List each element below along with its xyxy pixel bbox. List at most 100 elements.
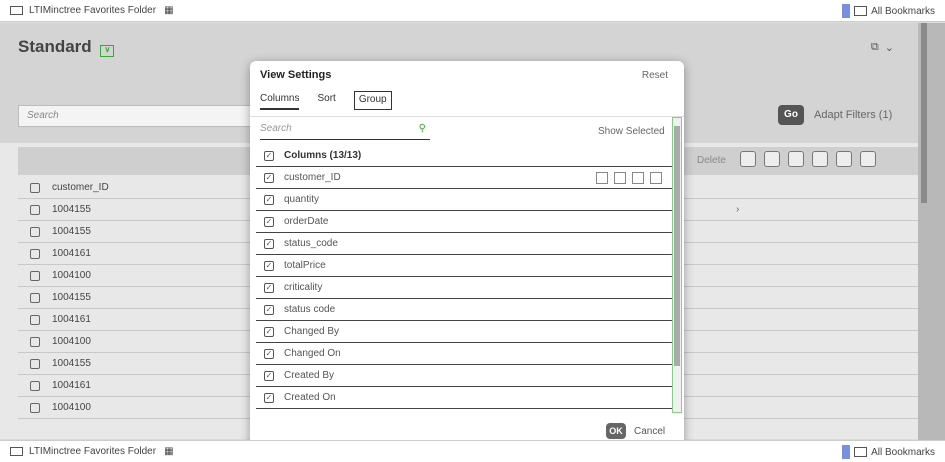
columns-header-item[interactable]: ✓ Columns (13/13) <box>256 145 672 167</box>
move-down-icon[interactable] <box>632 171 644 184</box>
column-header-customer-id[interactable]: customer_ID <box>52 182 109 193</box>
check-icon[interactable]: ✓ <box>264 370 274 381</box>
list-item[interactable]: ✓ status code <box>256 299 672 321</box>
settings-icon[interactable] <box>812 151 828 167</box>
search-input[interactable]: Search <box>18 105 268 127</box>
cell-customer-id: 1004155 <box>52 358 91 369</box>
chevron-down-icon[interactable] <box>860 151 876 167</box>
share-icon[interactable]: ⧉ <box>871 41 879 54</box>
cell-customer-id: 1004100 <box>52 336 91 347</box>
list-item[interactable]: ✓ criticality <box>256 277 672 299</box>
row-checkbox[interactable] <box>30 314 40 325</box>
column-label: Created On <box>284 392 336 403</box>
check-icon[interactable]: ✓ <box>264 216 274 227</box>
check-icon[interactable]: ✓ <box>264 194 274 205</box>
view-settings-dialog: View Settings Reset Columns Sort Group S… <box>250 61 684 449</box>
all-bookmarks[interactable]: All Bookmarks <box>842 445 935 459</box>
check-icon[interactable]: ✓ <box>264 172 274 183</box>
header-actions: ⧉ ⌄ <box>871 41 894 54</box>
check-icon[interactable]: ✓ <box>264 304 274 315</box>
row-checkbox[interactable] <box>30 358 40 369</box>
show-selected-button[interactable]: Show Selected <box>598 126 665 137</box>
bookmark-marker-icon <box>842 4 851 18</box>
list-item[interactable]: ✓ customer_ID <box>256 167 672 189</box>
column-list: ✓ Columns (13/13) ✓ customer_ID ✓ quantity … <box>256 145 672 409</box>
grid-icon[interactable]: ▦ <box>164 5 173 16</box>
move-top-icon[interactable] <box>596 171 608 184</box>
list-item[interactable]: ✓ quantity <box>256 189 672 211</box>
bookmark-marker-icon <box>842 445 851 459</box>
row-checkbox[interactable] <box>30 380 40 391</box>
sort-icon[interactable] <box>764 151 780 167</box>
collapse-icon[interactable]: ⌄ <box>885 41 894 54</box>
cell-customer-id: 1004161 <box>52 380 91 391</box>
row-checkbox[interactable] <box>30 402 40 413</box>
folder-icon <box>10 6 23 15</box>
bookmarks-folder-icon <box>854 6 868 16</box>
check-icon[interactable]: ✓ <box>264 348 274 359</box>
list-item[interactable]: ✓ status_code <box>256 233 672 255</box>
list-item[interactable]: ✓ Created By <box>256 365 672 387</box>
move-bottom-icon[interactable] <box>650 171 662 184</box>
row-checkbox[interactable] <box>30 204 40 215</box>
tab-sort[interactable]: Sort <box>317 93 335 110</box>
page-scrollbar-thumb[interactable] <box>921 23 927 203</box>
bookmarks-folder-icon <box>854 447 868 457</box>
row-checkbox[interactable] <box>30 336 40 347</box>
cell-customer-id: 1004155 <box>52 292 91 303</box>
favorites-folder-link[interactable]: LTIMinctree Favorites Folder <box>29 5 156 16</box>
reset-button[interactable]: Reset <box>642 70 668 81</box>
column-label: status_code <box>284 238 338 249</box>
row-checkbox[interactable] <box>30 226 40 237</box>
list-item[interactable]: ✓ orderDate <box>256 211 672 233</box>
list-item[interactable]: ✓ Changed By <box>256 321 672 343</box>
row-checkbox[interactable] <box>30 292 40 303</box>
list-item[interactable]: ✓ totalPrice <box>256 255 672 277</box>
tab-group[interactable]: Group <box>353 91 392 110</box>
grid-icon[interactable]: ▦ <box>164 446 173 457</box>
dialog-search-input[interactable]: Search ⚲ <box>260 123 430 140</box>
adapt-filters-button[interactable]: Adapt Filters (1) <box>814 109 892 121</box>
column-label: customer_ID <box>284 172 341 183</box>
chevron-down-icon[interactable]: ∨ <box>100 45 115 57</box>
fullscreen-icon[interactable] <box>836 151 852 167</box>
list-item[interactable]: ✓ Created On <box>256 387 672 409</box>
browser-bookmarks-bar-bottom: LTIMinctree Favorites Folder ▦ All Bookm… <box>0 440 945 462</box>
tab-columns[interactable]: Columns <box>260 93 300 110</box>
folder-icon <box>10 447 23 456</box>
chevron-right-icon[interactable]: › <box>736 204 739 215</box>
row-checkbox[interactable] <box>30 248 40 259</box>
move-up-icon[interactable] <box>614 171 626 184</box>
delete-button[interactable]: Delete <box>697 155 726 166</box>
search-icon[interactable]: ⚲ <box>419 123 426 134</box>
select-all-checkbox[interactable] <box>30 182 40 193</box>
check-icon[interactable]: ✓ <box>264 326 274 337</box>
check-icon[interactable]: ✓ <box>264 150 274 161</box>
check-icon[interactable]: ✓ <box>264 392 274 403</box>
all-bookmarks-label: All Bookmarks <box>871 446 935 458</box>
check-icon[interactable]: ✓ <box>264 260 274 271</box>
export-icon[interactable] <box>740 151 756 167</box>
all-bookmarks-label: All Bookmarks <box>871 5 935 17</box>
go-button[interactable]: Go <box>778 105 804 125</box>
app-background: Standard ∨ ⧉ ⌄ Search Go Adapt Filters (… <box>0 23 918 449</box>
scrollbar-thumb[interactable] <box>674 126 680 366</box>
toolbar-icons <box>740 151 876 167</box>
list-item[interactable]: ✓ Changed On <box>256 343 672 365</box>
check-icon[interactable]: ✓ <box>264 282 274 293</box>
favorites-folder-link[interactable]: LTIMinctree Favorites Folder <box>29 446 156 457</box>
divider <box>250 116 684 117</box>
browser-bookmarks-bar: LTIMinctree Favorites Folder ▦ All Bookm… <box>0 0 945 22</box>
cell-customer-id: 1004161 <box>52 314 91 325</box>
column-label: totalPrice <box>284 260 326 271</box>
cell-customer-id: 1004100 <box>52 270 91 281</box>
dialog-scrollbar[interactable] <box>672 117 682 413</box>
page-scrollbar[interactable] <box>918 23 945 440</box>
group-icon[interactable] <box>788 151 804 167</box>
ok-button[interactable]: OK <box>606 423 626 439</box>
all-bookmarks[interactable]: All Bookmarks <box>842 4 935 18</box>
cell-customer-id: 1004155 <box>52 204 91 215</box>
cancel-button[interactable]: Cancel <box>634 426 665 437</box>
check-icon[interactable]: ✓ <box>264 238 274 249</box>
row-checkbox[interactable] <box>30 270 40 281</box>
